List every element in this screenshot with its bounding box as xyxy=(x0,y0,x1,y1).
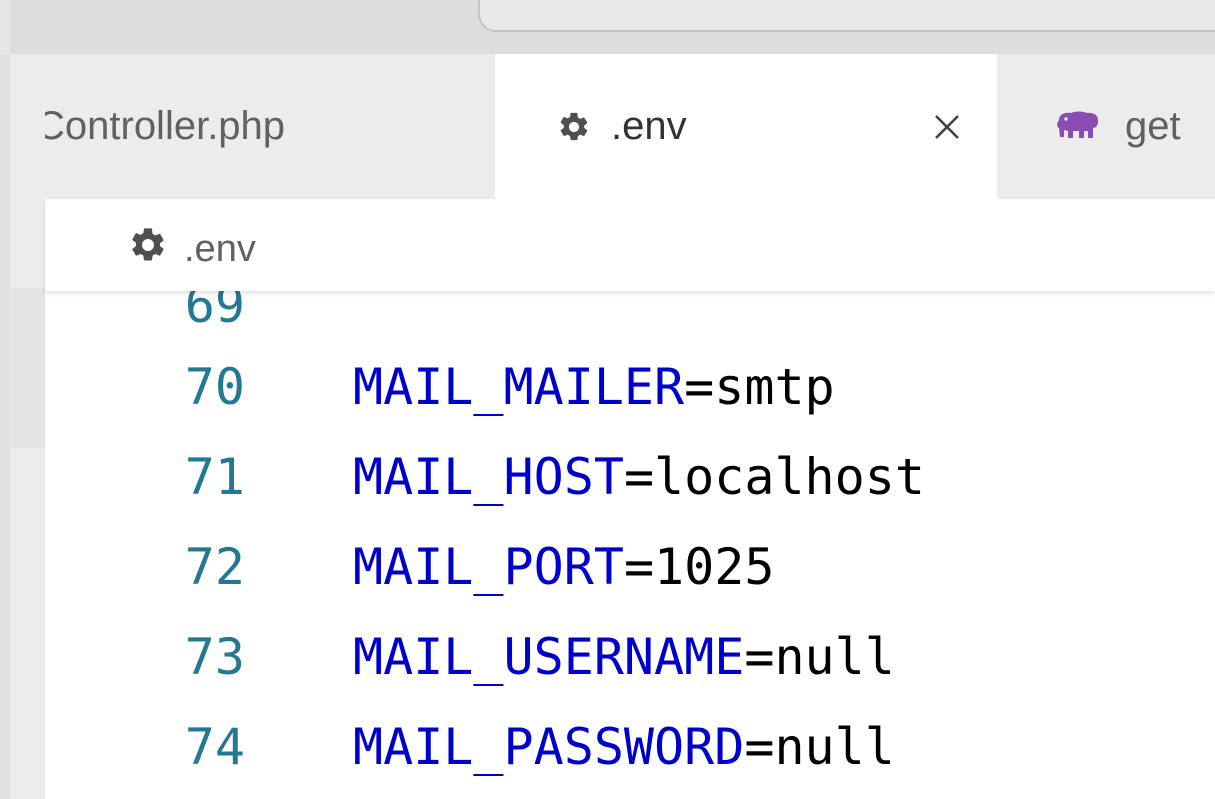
line-number: 72 xyxy=(184,538,245,596)
line-number: 70 xyxy=(184,358,245,416)
code-line: 72 MAIL_PORT = 1025 xyxy=(45,527,1215,607)
env-equals: = xyxy=(744,718,775,776)
code-line: 70 MAIL_MAILER = smtp xyxy=(45,347,1215,427)
env-value: 1025 xyxy=(654,538,775,596)
line-number: 74 xyxy=(184,718,245,776)
env-key: MAIL_PORT xyxy=(353,538,624,596)
editor-window: Controller.php .env get .env 69 70 MAIL_… xyxy=(0,0,1215,799)
tab-label: .env xyxy=(611,104,687,148)
gutter-shade xyxy=(10,288,45,448)
env-key: MAIL_MAILER xyxy=(353,358,685,416)
tab-env[interactable]: .env xyxy=(495,54,997,199)
code-line: 69 xyxy=(45,291,1215,345)
line-number: 73 xyxy=(184,628,245,686)
env-key: MAIL_USERNAME xyxy=(353,628,745,686)
env-value: null xyxy=(774,628,895,686)
env-equals: = xyxy=(684,358,715,416)
env-value: smtp xyxy=(714,358,835,416)
window-edge xyxy=(0,0,10,54)
code-line: 71 MAIL_HOST = localhost xyxy=(45,437,1215,517)
code-editor[interactable]: 69 70 MAIL_MAILER = smtp 71 MAIL_HOST = loca… xyxy=(45,291,1215,799)
env-key: MAIL_PASSWORD xyxy=(353,718,745,776)
code-line: 73 MAIL_USERNAME = null xyxy=(45,617,1215,697)
gear-icon xyxy=(560,112,588,140)
env-value: null xyxy=(774,718,895,776)
breadcrumb-item-env[interactable]: .env xyxy=(184,228,256,271)
breadcrumb: .env xyxy=(45,199,1215,291)
env-equals: = xyxy=(744,628,775,686)
close-icon[interactable] xyxy=(927,107,967,147)
tab-get[interactable]: get xyxy=(997,54,1215,199)
title-bar xyxy=(0,0,1215,54)
tab-label: Controller.php xyxy=(45,104,286,148)
code-line: 74 MAIL_PASSWORD = null xyxy=(45,707,1215,787)
editor-tab-bar: Controller.php .env get xyxy=(45,54,1215,199)
tab-controller-php[interactable]: Controller.php xyxy=(45,54,495,199)
env-equals: = xyxy=(623,448,655,506)
php-elephant-icon xyxy=(1057,111,1099,138)
line-number: 71 xyxy=(184,448,245,506)
line-number: 69 xyxy=(184,291,245,334)
gear-icon xyxy=(132,228,164,261)
env-equals: = xyxy=(623,538,655,596)
activity-bar-edge xyxy=(0,54,10,799)
env-key: MAIL_HOST xyxy=(353,448,624,506)
command-center-box[interactable] xyxy=(478,0,1215,32)
sidebar-gutter xyxy=(10,54,45,799)
tab-label: get xyxy=(1125,104,1181,148)
env-value: localhost xyxy=(654,448,925,506)
